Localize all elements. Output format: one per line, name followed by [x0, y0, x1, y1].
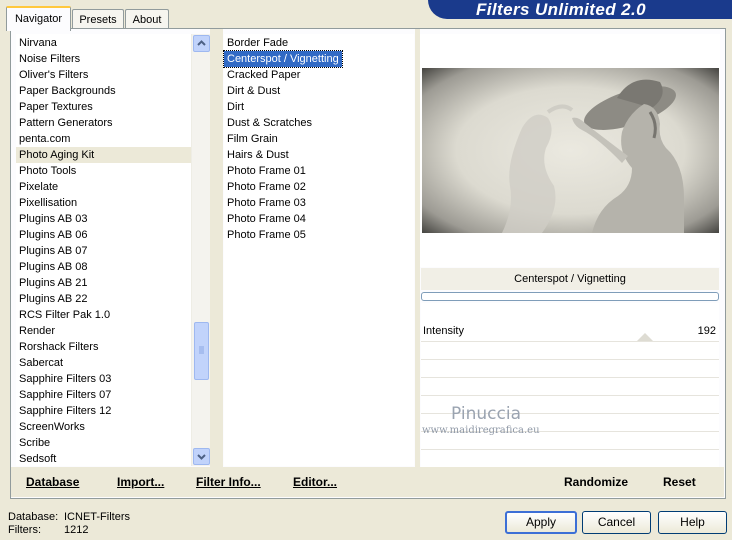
- param-value: 192: [697, 325, 716, 337]
- category-item[interactable]: Pixelate: [16, 179, 191, 195]
- filter-item[interactable]: Dirt & Dust: [224, 83, 414, 99]
- chevron-down-icon: [197, 454, 206, 460]
- category-item[interactable]: Paper Textures: [16, 99, 191, 115]
- category-item[interactable]: Paper Backgrounds: [16, 83, 191, 99]
- apply-button[interactable]: Apply: [505, 511, 577, 534]
- category-item[interactable]: Sapphire Filters 07: [16, 387, 191, 403]
- database-status-label: Database:: [8, 511, 59, 523]
- filter-item[interactable]: Centerspot / Vignetting: [223, 50, 343, 68]
- filter-item[interactable]: Photo Frame 02: [224, 179, 414, 195]
- editor-button[interactable]: Editor...: [293, 475, 337, 489]
- database-button[interactable]: Database: [26, 475, 79, 489]
- param-row-intensity[interactable]: Intensity 192: [421, 323, 719, 342]
- progress-bar: [421, 292, 719, 301]
- param-row-empty: [421, 450, 719, 468]
- param-row-empty: [421, 342, 719, 360]
- category-item[interactable]: Plugins AB 03: [16, 211, 191, 227]
- column-divider: [210, 29, 223, 467]
- filter-item[interactable]: Film Grain: [224, 131, 414, 147]
- reset-button[interactable]: Reset: [663, 475, 696, 489]
- filters-count-value: 1212: [64, 524, 89, 536]
- category-item[interactable]: Sedsoft: [16, 451, 191, 466]
- category-item[interactable]: Render: [16, 323, 191, 339]
- category-item[interactable]: Sabercat: [16, 355, 191, 371]
- cancel-button[interactable]: Cancel: [582, 511, 651, 534]
- watermark-url: www.maidiregrafica.eu: [422, 425, 540, 436]
- scroll-up-button[interactable]: [193, 35, 210, 52]
- category-item[interactable]: RCS Filter Pak 1.0: [16, 307, 191, 323]
- filter-item[interactable]: Photo Frame 05: [224, 227, 414, 243]
- scroll-down-button[interactable]: [193, 448, 210, 465]
- randomize-button[interactable]: Randomize: [564, 475, 628, 489]
- filter-item[interactable]: Cracked Paper: [224, 67, 414, 83]
- preview-image: [422, 68, 719, 233]
- category-item[interactable]: Rorshack Filters: [16, 339, 191, 355]
- filter-item[interactable]: Border Fade: [224, 35, 414, 51]
- category-item[interactable]: Pattern Generators: [16, 115, 191, 131]
- chevron-up-icon: [197, 40, 206, 46]
- app-title: Filters Unlimited 2.0: [476, 0, 646, 19]
- param-row-empty: [421, 360, 719, 378]
- tab-about[interactable]: About: [125, 9, 169, 30]
- category-scrollbar[interactable]: [191, 34, 210, 466]
- database-status-value: ICNET-Filters: [64, 511, 130, 523]
- help-button[interactable]: Help: [658, 511, 727, 534]
- spacer-row: [421, 303, 719, 323]
- tab-navigator[interactable]: Navigator: [6, 6, 71, 31]
- category-item[interactable]: Photo Aging Kit: [16, 147, 191, 163]
- category-item[interactable]: Nirvana: [16, 35, 191, 51]
- filter-info-button[interactable]: Filter Info...: [196, 475, 261, 489]
- filters-count-label: Filters:: [8, 524, 41, 536]
- category-item[interactable]: Pixellisation: [16, 195, 191, 211]
- watermark-name: Pinuccia: [451, 404, 521, 424]
- filter-list[interactable]: Border Fade Centerspot / Vignetting Cracke…: [223, 34, 414, 466]
- param-row-empty: [421, 378, 719, 396]
- category-item[interactable]: ScreenWorks: [16, 419, 191, 435]
- category-item[interactable]: Plugins AB 06: [16, 227, 191, 243]
- filter-item[interactable]: Photo Frame 03: [224, 195, 414, 211]
- category-list[interactable]: Nirvana Noise Filters Oliver's Filters Pape…: [16, 34, 191, 466]
- category-item[interactable]: Plugins AB 21: [16, 275, 191, 291]
- slider-marker-icon[interactable]: [636, 332, 654, 341]
- import-button[interactable]: Import...: [117, 475, 164, 489]
- category-item[interactable]: Plugins AB 22: [16, 291, 191, 307]
- category-item[interactable]: Photo Tools: [16, 163, 191, 179]
- tab-presets[interactable]: Presets: [72, 9, 124, 30]
- filter-item[interactable]: Hairs & Dust: [224, 147, 414, 163]
- category-item[interactable]: Noise Filters: [16, 51, 191, 67]
- category-item[interactable]: Sapphire Filters 03: [16, 371, 191, 387]
- category-item[interactable]: penta.com: [16, 131, 191, 147]
- category-item[interactable]: Scribe: [16, 435, 191, 451]
- filter-panel-title: Centerspot / Vignetting: [421, 268, 719, 290]
- scroll-thumb[interactable]: [194, 322, 209, 380]
- filter-item[interactable]: Dust & Scratches: [224, 115, 414, 131]
- category-item[interactable]: Plugins AB 08: [16, 259, 191, 275]
- param-label: Intensity: [423, 325, 464, 337]
- category-item[interactable]: Oliver's Filters: [16, 67, 191, 83]
- category-item[interactable]: Sapphire Filters 12: [16, 403, 191, 419]
- filter-item[interactable]: Photo Frame 04: [224, 211, 414, 227]
- filter-item[interactable]: Dirt: [224, 99, 414, 115]
- filter-item[interactable]: Photo Frame 01: [224, 163, 414, 179]
- category-item[interactable]: Plugins AB 07: [16, 243, 191, 259]
